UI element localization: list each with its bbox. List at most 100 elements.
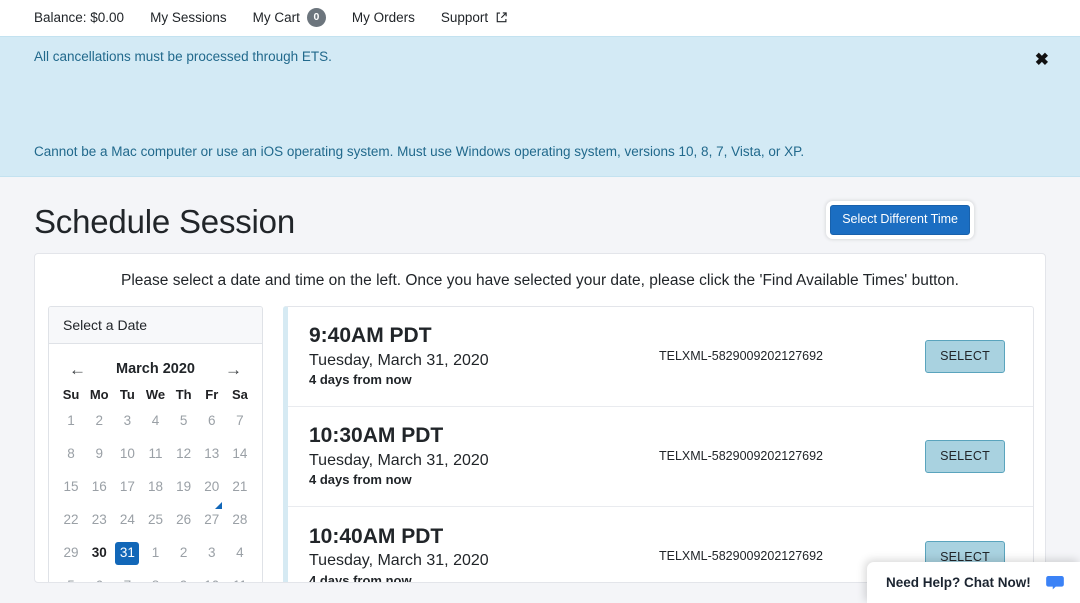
calendar-day[interactable]: 13 — [198, 438, 226, 471]
nav-item-label: My Orders — [352, 11, 415, 25]
alert-message-primary: All cancellations must be processed thro… — [34, 49, 332, 64]
session-code: TELXML-5829009202127692 — [577, 549, 905, 565]
calendar-day[interactable]: 9 — [170, 570, 198, 583]
calendar-day[interactable]: 4 — [226, 537, 254, 570]
calendar-day-number: 7 — [115, 575, 139, 583]
session-row: 10:30AM PDTTuesday, March 31, 20204 days… — [288, 407, 1033, 507]
date-picker-body: ← March 2020 → SuMoTuWeThFrSa 1234567891… — [49, 344, 262, 583]
calendar-day-selected[interactable]: 31 — [113, 537, 141, 570]
calendar-day[interactable]: 2 — [85, 405, 113, 438]
nav-item-label: My Sessions — [150, 11, 227, 25]
calendar-day[interactable]: 5 — [170, 405, 198, 438]
calendar-day[interactable]: 18 — [141, 471, 169, 504]
calendar-day-marked[interactable]: 27 — [198, 504, 226, 537]
close-icon[interactable]: ✖ — [1031, 47, 1053, 72]
session-date: Tuesday, March 31, 2020 — [309, 450, 577, 472]
schedule-columns: Select a Date ← March 2020 → SuMoTuWeThF… — [35, 306, 1045, 583]
calendar-day-number: 31 — [115, 542, 139, 565]
calendar-day-number: 21 — [228, 476, 252, 499]
available-sessions-list: 9:40AM PDT Tuesday, March 31, 2020 4 days … — [283, 306, 1034, 583]
calendar-month-label: March 2020 — [116, 362, 195, 377]
calendar-day[interactable]: 26 — [170, 504, 198, 537]
calendar-day[interactable]: 24 — [113, 504, 141, 537]
calendar-day[interactable]: 20 — [198, 471, 226, 504]
top-navigation-bar: Balance: $0.00 My Sessions My Cart 0 My … — [0, 0, 1080, 36]
calendar-day[interactable]: 14 — [226, 438, 254, 471]
nav-item-my-cart[interactable]: My Cart 0 — [253, 8, 326, 27]
calendar-week-row: 1234567 — [57, 405, 254, 438]
calendar-day[interactable]: 1 — [57, 405, 85, 438]
session-action-cell: SELECT — [905, 440, 1025, 473]
calendar-day-number: 6 — [87, 575, 111, 583]
select-session-button[interactable]: SELECT — [925, 340, 1005, 373]
calendar-day-number: 7 — [228, 410, 252, 433]
calendar-day-number: 1 — [59, 410, 83, 433]
calendar-day[interactable]: 5 — [57, 570, 85, 583]
alert-banner: All cancellations must be processed thro… — [0, 36, 1080, 177]
next-month-arrow-icon[interactable]: → — [221, 359, 246, 380]
calendar-day[interactable]: 2 — [170, 537, 198, 570]
calendar-day[interactable]: 3 — [198, 537, 226, 570]
chat-widget[interactable]: Need Help? Chat Now! — [867, 562, 1080, 603]
calendar-day[interactable]: 25 — [141, 504, 169, 537]
calendar-day[interactable]: 21 — [226, 471, 254, 504]
calendar-day[interactable]: 23 — [85, 504, 113, 537]
page-title: Schedule Session — [34, 203, 295, 241]
select-session-button[interactable]: SELECT — [925, 440, 1005, 473]
calendar-day-number: 9 — [87, 443, 111, 466]
calendar-day[interactable]: 7 — [113, 570, 141, 583]
calendar-weekday-fr: Fr — [198, 384, 226, 405]
calendar-day[interactable]: 10 — [198, 570, 226, 583]
calendar-day[interactable]: 6 — [198, 405, 226, 438]
calendar-weekday-mo: Mo — [85, 384, 113, 405]
previous-month-arrow-icon[interactable]: ← — [65, 359, 90, 380]
select-different-time-button[interactable]: Select Different Time — [830, 205, 970, 235]
calendar-day[interactable]: 4 — [141, 405, 169, 438]
calendar-day-number: 30 — [87, 542, 111, 565]
calendar-day-number: 10 — [200, 575, 224, 583]
session-time: 9:40AM PDT — [309, 323, 577, 349]
session-relative-time: 4 days from now — [309, 371, 577, 390]
calendar-day-number: 14 — [228, 443, 252, 466]
calendar-day-number: 22 — [59, 509, 83, 532]
calendar-weekday-tu: Tu — [113, 384, 141, 405]
session-details: 10:40AM PDTTuesday, March 31, 20204 days… — [309, 524, 577, 583]
date-picker-title: Select a Date — [49, 307, 262, 344]
calendar-day[interactable]: 9 — [85, 438, 113, 471]
calendar-day-number: 5 — [172, 410, 196, 433]
session-action-cell: SELECT — [905, 340, 1025, 373]
calendar-day[interactable]: 1 — [141, 537, 169, 570]
session-relative-time: 4 days from now — [309, 572, 577, 583]
calendar-day-today[interactable]: 30 — [85, 537, 113, 570]
calendar-day[interactable]: 3 — [113, 405, 141, 438]
calendar-day[interactable]: 22 — [57, 504, 85, 537]
calendar-day-number: 18 — [143, 476, 167, 499]
calendar-day[interactable]: 6 — [85, 570, 113, 583]
alert-message-secondary: Cannot be a Mac computer or use an iOS o… — [34, 144, 804, 159]
page-body: Schedule Session Select Different Time P… — [0, 177, 1080, 603]
calendar-day[interactable]: 17 — [113, 471, 141, 504]
calendar-day[interactable]: 12 — [170, 438, 198, 471]
calendar-day[interactable]: 19 — [170, 471, 198, 504]
calendar-day[interactable]: 11 — [226, 570, 254, 583]
calendar-day-number: 26 — [172, 509, 196, 532]
calendar-day[interactable]: 8 — [141, 570, 169, 583]
schedule-card: Please select a date and time on the lef… — [34, 253, 1046, 583]
calendar-day-number: 28 — [228, 509, 252, 532]
calendar-day-number: 8 — [143, 575, 167, 583]
nav-item-support[interactable]: Support — [441, 11, 508, 25]
calendar-day[interactable]: 10 — [113, 438, 141, 471]
chat-bubble-icon — [1045, 573, 1065, 593]
calendar-day[interactable]: 28 — [226, 504, 254, 537]
calendar-day[interactable]: 16 — [85, 471, 113, 504]
calendar-day[interactable]: 15 — [57, 471, 85, 504]
calendar-day[interactable]: 11 — [141, 438, 169, 471]
calendar-week-row: 567891011 — [57, 570, 254, 583]
calendar-day-number: 3 — [200, 542, 224, 565]
nav-item-my-orders[interactable]: My Orders — [352, 11, 415, 25]
nav-item-my-sessions[interactable]: My Sessions — [150, 11, 227, 25]
calendar-day[interactable]: 7 — [226, 405, 254, 438]
calendar-day[interactable]: 29 — [57, 537, 85, 570]
calendar-day-number: 13 — [200, 443, 224, 466]
calendar-day[interactable]: 8 — [57, 438, 85, 471]
